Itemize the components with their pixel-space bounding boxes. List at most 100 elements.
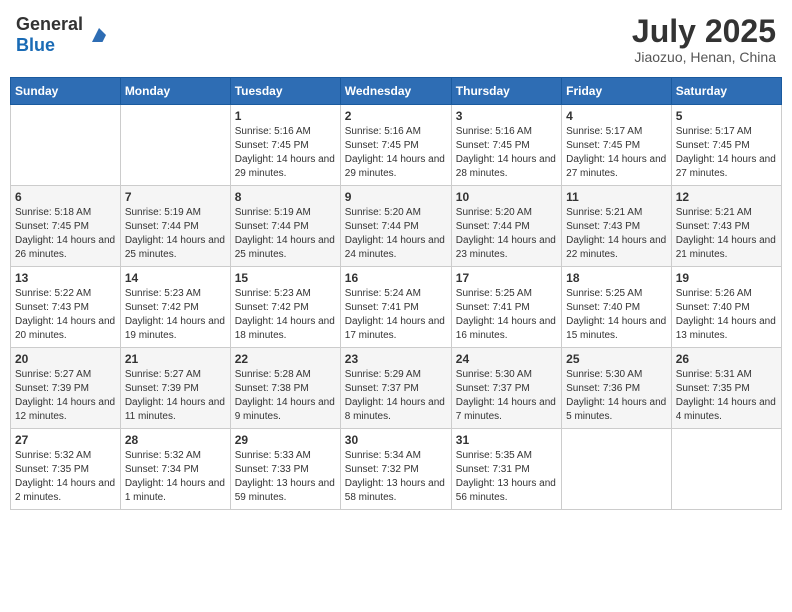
day-info: Sunrise: 5:21 AM Sunset: 7:43 PM Dayligh… <box>676 206 777 262</box>
title-area: July 2025 Jiaozuo, Henan, China <box>632 14 776 65</box>
calendar-cell: 22 Sunrise: 5:28 AM Sunset: 7:38 PM Dayli… <box>230 348 340 429</box>
calendar-cell: 7 Sunrise: 5:19 AM Sunset: 7:44 PM Daylig… <box>120 186 230 267</box>
calendar-cell: 4Sunrise: 5:17 AM Sunset: 7:45 PM Daylig… <box>562 105 672 186</box>
weekday-header-row: SundayMondayTuesdayWednesdayThursdayFrid… <box>11 78 782 105</box>
day-number: 31 <box>456 433 557 447</box>
calendar-cell: 30 Sunrise: 5:34 AM Sunset: 7:32 PM Dayli… <box>340 429 451 510</box>
weekday-header-wednesday: Wednesday <box>340 78 451 105</box>
calendar-cell: 15 Sunrise: 5:23 AM Sunset: 7:42 PM Dayli… <box>230 267 340 348</box>
day-number: 25 <box>566 352 667 366</box>
day-info: Sunrise: 5:28 AM Sunset: 7:38 PM Dayligh… <box>235 368 336 424</box>
day-number: 11 <box>566 190 667 204</box>
day-info: Sunrise: 5:23 AM Sunset: 7:42 PM Dayligh… <box>125 287 226 343</box>
calendar-cell: 1Sunrise: 5:16 AM Sunset: 7:45 PM Daylig… <box>230 105 340 186</box>
calendar-cell: 29Sunrise: 5:33 AM Sunset: 7:33 PM Dayli… <box>230 429 340 510</box>
day-info: Sunrise: 5:35 AM Sunset: 7:31 PM Dayligh… <box>456 449 557 505</box>
calendar-cell: 17 Sunrise: 5:25 AM Sunset: 7:41 PM Dayli… <box>451 267 561 348</box>
day-info: Sunrise: 5:17 AM Sunset: 7:45 PM Dayligh… <box>566 125 667 181</box>
day-info: Sunrise: 5:20 AM Sunset: 7:44 PM Dayligh… <box>456 206 557 262</box>
day-info: Sunrise: 5:25 AM Sunset: 7:41 PM Dayligh… <box>456 287 557 343</box>
day-info: Sunrise: 5:16 AM Sunset: 7:45 PM Dayligh… <box>456 125 557 181</box>
weekday-header-tuesday: Tuesday <box>230 78 340 105</box>
day-info: Sunrise: 5:27 AM Sunset: 7:39 PM Dayligh… <box>125 368 226 424</box>
day-number: 14 <box>125 271 226 285</box>
calendar-cell: 14 Sunrise: 5:23 AM Sunset: 7:42 PM Dayli… <box>120 267 230 348</box>
day-info: Sunrise: 5:25 AM Sunset: 7:40 PM Dayligh… <box>566 287 667 343</box>
day-number: 12 <box>676 190 777 204</box>
calendar-cell: 21 Sunrise: 5:27 AM Sunset: 7:39 PM Dayli… <box>120 348 230 429</box>
day-number: 5 <box>676 109 777 123</box>
day-info: Sunrise: 5:32 AM Sunset: 7:34 PM Dayligh… <box>125 449 226 505</box>
day-info: Sunrise: 5:20 AM Sunset: 7:44 PM Dayligh… <box>345 206 447 262</box>
calendar-cell: 6Sunrise: 5:18 AM Sunset: 7:45 PM Daylig… <box>11 186 121 267</box>
calendar-cell: 16 Sunrise: 5:24 AM Sunset: 7:41 PM Dayli… <box>340 267 451 348</box>
day-number: 17 <box>456 271 557 285</box>
calendar-cell: 28 Sunrise: 5:32 AM Sunset: 7:34 PM Dayli… <box>120 429 230 510</box>
day-info: Sunrise: 5:19 AM Sunset: 7:44 PM Dayligh… <box>125 206 226 262</box>
calendar-cell: 12 Sunrise: 5:21 AM Sunset: 7:43 PM Dayli… <box>671 186 781 267</box>
calendar-cell: 20 Sunrise: 5:27 AM Sunset: 7:39 PM Dayli… <box>11 348 121 429</box>
day-info: Sunrise: 5:29 AM Sunset: 7:37 PM Dayligh… <box>345 368 447 424</box>
day-info: Sunrise: 5:31 AM Sunset: 7:35 PM Dayligh… <box>676 368 777 424</box>
day-info: Sunrise: 5:19 AM Sunset: 7:44 PM Dayligh… <box>235 206 336 262</box>
weekday-header-saturday: Saturday <box>671 78 781 105</box>
calendar-cell: 18 Sunrise: 5:25 AM Sunset: 7:40 PM Dayli… <box>562 267 672 348</box>
day-number: 27 <box>15 433 116 447</box>
calendar-cell: 13 Sunrise: 5:22 AM Sunset: 7:43 PM Dayli… <box>11 267 121 348</box>
day-number: 28 <box>125 433 226 447</box>
weekday-header-sunday: Sunday <box>11 78 121 105</box>
calendar-week-row: 1Sunrise: 5:16 AM Sunset: 7:45 PM Daylig… <box>11 105 782 186</box>
day-number: 29 <box>235 433 336 447</box>
day-number: 8 <box>235 190 336 204</box>
calendar-cell <box>671 429 781 510</box>
day-number: 15 <box>235 271 336 285</box>
day-number: 2 <box>345 109 447 123</box>
day-number: 13 <box>15 271 116 285</box>
calendar-cell: 23 Sunrise: 5:29 AM Sunset: 7:37 PM Dayli… <box>340 348 451 429</box>
calendar-cell <box>120 105 230 186</box>
day-number: 30 <box>345 433 447 447</box>
day-info: Sunrise: 5:23 AM Sunset: 7:42 PM Dayligh… <box>235 287 336 343</box>
day-info: Sunrise: 5:22 AM Sunset: 7:43 PM Dayligh… <box>15 287 116 343</box>
calendar-cell: 31 Sunrise: 5:35 AM Sunset: 7:31 PM Dayli… <box>451 429 561 510</box>
calendar-cell: 11 Sunrise: 5:21 AM Sunset: 7:43 PM Dayli… <box>562 186 672 267</box>
calendar-week-row: 6Sunrise: 5:18 AM Sunset: 7:45 PM Daylig… <box>11 186 782 267</box>
calendar-cell: 19Sunrise: 5:26 AM Sunset: 7:40 PM Dayli… <box>671 267 781 348</box>
weekday-header-friday: Friday <box>562 78 672 105</box>
day-number: 16 <box>345 271 447 285</box>
day-info: Sunrise: 5:21 AM Sunset: 7:43 PM Dayligh… <box>566 206 667 262</box>
day-number: 22 <box>235 352 336 366</box>
day-number: 20 <box>15 352 116 366</box>
calendar-cell: 5Sunrise: 5:17 AM Sunset: 7:45 PM Daylig… <box>671 105 781 186</box>
calendar-week-row: 20 Sunrise: 5:27 AM Sunset: 7:39 PM Dayli… <box>11 348 782 429</box>
day-number: 18 <box>566 271 667 285</box>
calendar-week-row: 13 Sunrise: 5:22 AM Sunset: 7:43 PM Dayli… <box>11 267 782 348</box>
day-number: 21 <box>125 352 226 366</box>
day-number: 23 <box>345 352 447 366</box>
day-number: 24 <box>456 352 557 366</box>
logo-blue: Blue <box>16 35 55 55</box>
calendar-cell <box>11 105 121 186</box>
logo-general: General <box>16 14 83 34</box>
day-info: Sunrise: 5:24 AM Sunset: 7:41 PM Dayligh… <box>345 287 447 343</box>
page-header: General Blue July 2025 Jiaozuo, Henan, C… <box>10 10 782 69</box>
calendar-cell <box>562 429 672 510</box>
calendar-table: SundayMondayTuesdayWednesdayThursdayFrid… <box>10 77 782 510</box>
calendar-cell: 27Sunrise: 5:32 AM Sunset: 7:35 PM Dayli… <box>11 429 121 510</box>
day-info: Sunrise: 5:30 AM Sunset: 7:37 PM Dayligh… <box>456 368 557 424</box>
calendar-cell: 2Sunrise: 5:16 AM Sunset: 7:45 PM Daylig… <box>340 105 451 186</box>
day-info: Sunrise: 5:27 AM Sunset: 7:39 PM Dayligh… <box>15 368 116 424</box>
day-number: 7 <box>125 190 226 204</box>
day-number: 19 <box>676 271 777 285</box>
day-number: 26 <box>676 352 777 366</box>
day-number: 9 <box>345 190 447 204</box>
calendar-cell: 8 Sunrise: 5:19 AM Sunset: 7:44 PM Daylig… <box>230 186 340 267</box>
weekday-header-monday: Monday <box>120 78 230 105</box>
day-info: Sunrise: 5:30 AM Sunset: 7:36 PM Dayligh… <box>566 368 667 424</box>
day-info: Sunrise: 5:34 AM Sunset: 7:32 PM Dayligh… <box>345 449 447 505</box>
logo-icon <box>85 21 113 49</box>
location-subtitle: Jiaozuo, Henan, China <box>632 49 776 65</box>
month-title: July 2025 <box>632 14 776 49</box>
weekday-header-thursday: Thursday <box>451 78 561 105</box>
calendar-cell: 3Sunrise: 5:16 AM Sunset: 7:45 PM Daylig… <box>451 105 561 186</box>
